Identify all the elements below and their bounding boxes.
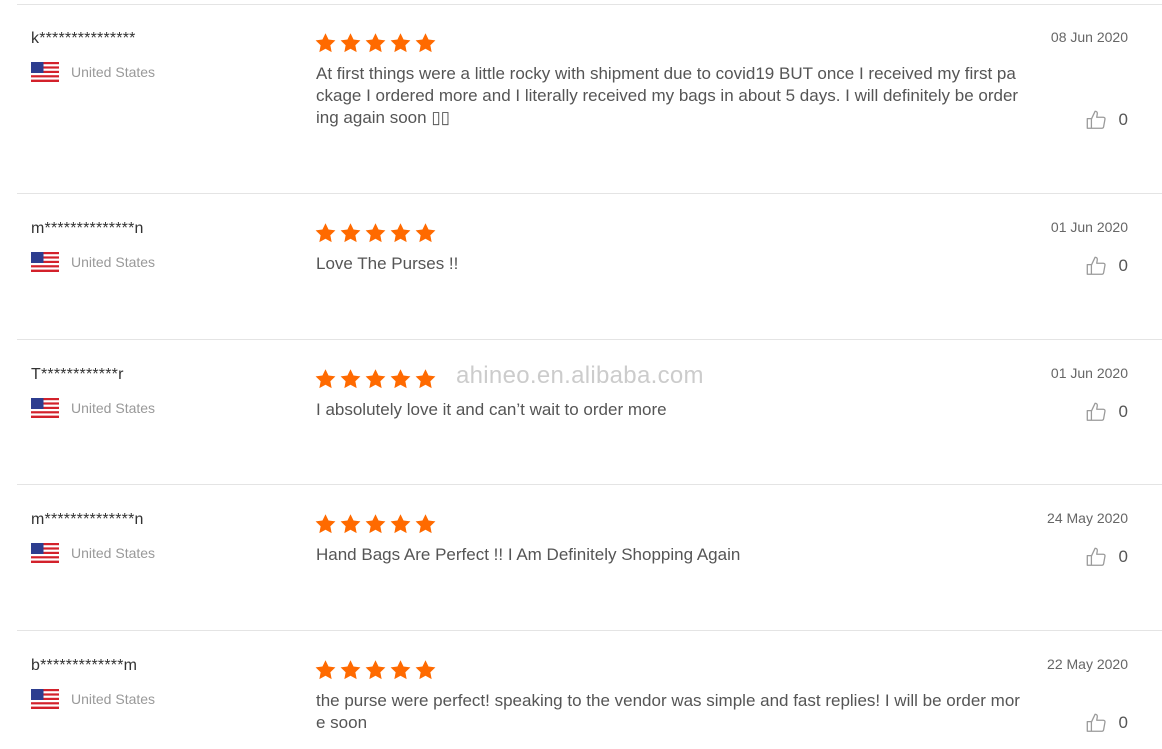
star-icon bbox=[415, 660, 436, 680]
star-icon bbox=[340, 660, 361, 680]
country-label: United States bbox=[71, 254, 156, 270]
rating-stars bbox=[314, 222, 439, 244]
rating-stars bbox=[314, 513, 439, 535]
us-flag-icon bbox=[31, 62, 59, 82]
review-item: m**************n United States Hand Bags… bbox=[17, 486, 1162, 631]
rating-stars bbox=[314, 368, 439, 390]
review-date: 08 Jun 2020 bbox=[1050, 29, 1128, 45]
review-date: 22 May 2020 bbox=[1047, 656, 1128, 672]
like-control[interactable]: 0 bbox=[1085, 712, 1128, 734]
thumbs-up-icon[interactable] bbox=[1085, 109, 1107, 131]
star-icon bbox=[415, 514, 436, 534]
like-count: 0 bbox=[1118, 547, 1128, 566]
reviewer-country: United States bbox=[31, 689, 155, 709]
thumbs-up-icon[interactable] bbox=[1085, 712, 1107, 734]
star-icon bbox=[340, 223, 361, 243]
star-icon bbox=[315, 369, 336, 389]
country-label: United States bbox=[71, 545, 156, 561]
reviewer-country: United States bbox=[31, 252, 155, 272]
like-count: 0 bbox=[1118, 256, 1128, 275]
country-label: United States bbox=[71, 64, 156, 80]
review-text: I absolutely love it and can’t wait to o… bbox=[316, 400, 667, 419]
like-control[interactable]: 0 bbox=[1085, 401, 1128, 423]
star-icon bbox=[315, 660, 336, 680]
reviewer-country: United States bbox=[31, 543, 155, 563]
like-count: 0 bbox=[1118, 402, 1128, 421]
star-icon bbox=[415, 369, 436, 389]
star-icon bbox=[390, 33, 411, 53]
like-count: 0 bbox=[1118, 110, 1128, 129]
star-icon bbox=[390, 514, 411, 534]
star-icon bbox=[390, 660, 411, 680]
reviewer-name: k*************** bbox=[31, 30, 136, 47]
reviewer-name: m**************n bbox=[31, 220, 144, 237]
star-icon bbox=[390, 369, 411, 389]
review-date: 01 Jun 2020 bbox=[1050, 365, 1128, 381]
like-control[interactable]: 0 bbox=[1085, 109, 1128, 131]
us-flag-icon bbox=[31, 543, 59, 563]
us-flag-icon bbox=[31, 252, 59, 272]
like-control[interactable]: 0 bbox=[1085, 546, 1128, 568]
review-item: b*************m United States the purse … bbox=[17, 632, 1162, 749]
star-icon bbox=[315, 33, 336, 53]
thumbs-up-icon[interactable] bbox=[1085, 401, 1107, 423]
star-icon bbox=[415, 223, 436, 243]
star-icon bbox=[340, 369, 361, 389]
star-icon bbox=[415, 33, 436, 53]
reviewer-name: m**************n bbox=[31, 511, 144, 528]
star-icon bbox=[365, 33, 386, 53]
review-date: 24 May 2020 bbox=[1047, 510, 1128, 526]
reviewer-country: United States bbox=[31, 398, 155, 418]
review-date: 01 Jun 2020 bbox=[1050, 219, 1128, 235]
watermark: ahineo.en.alibaba.com bbox=[456, 362, 704, 389]
star-icon bbox=[365, 369, 386, 389]
star-icon bbox=[365, 514, 386, 534]
star-icon bbox=[365, 660, 386, 680]
star-icon bbox=[340, 33, 361, 53]
star-icon bbox=[390, 223, 411, 243]
rating-stars bbox=[314, 32, 439, 54]
reviewer-country: United States bbox=[31, 62, 155, 82]
reviewer-name: T************r bbox=[31, 366, 124, 383]
country-label: United States bbox=[71, 691, 156, 707]
thumbs-up-icon[interactable] bbox=[1085, 546, 1107, 568]
star-icon bbox=[315, 514, 336, 534]
review-text: At first things were a little rocky with… bbox=[316, 64, 1019, 127]
reviewer-name: b*************m bbox=[31, 657, 138, 674]
review-item: k*************** United States At first … bbox=[17, 5, 1162, 194]
us-flag-icon bbox=[31, 398, 59, 418]
rating-stars bbox=[314, 659, 439, 681]
thumbs-up-icon[interactable] bbox=[1085, 255, 1107, 277]
review-text: the purse were perfect! speaking to the … bbox=[316, 691, 1020, 732]
review-item: m**************n United States Love The … bbox=[17, 195, 1162, 340]
country-label: United States bbox=[71, 400, 156, 416]
review-text: Hand Bags Are Perfect !! I Am Definitely… bbox=[316, 545, 741, 564]
reviews-page: k*************** United States At first … bbox=[0, 0, 1162, 749]
us-flag-icon bbox=[31, 689, 59, 709]
like-control[interactable]: 0 bbox=[1085, 255, 1128, 277]
star-icon bbox=[340, 514, 361, 534]
star-icon bbox=[365, 223, 386, 243]
review-text: Love The Purses !! bbox=[316, 254, 459, 273]
star-icon bbox=[315, 223, 336, 243]
like-count: 0 bbox=[1118, 713, 1128, 732]
